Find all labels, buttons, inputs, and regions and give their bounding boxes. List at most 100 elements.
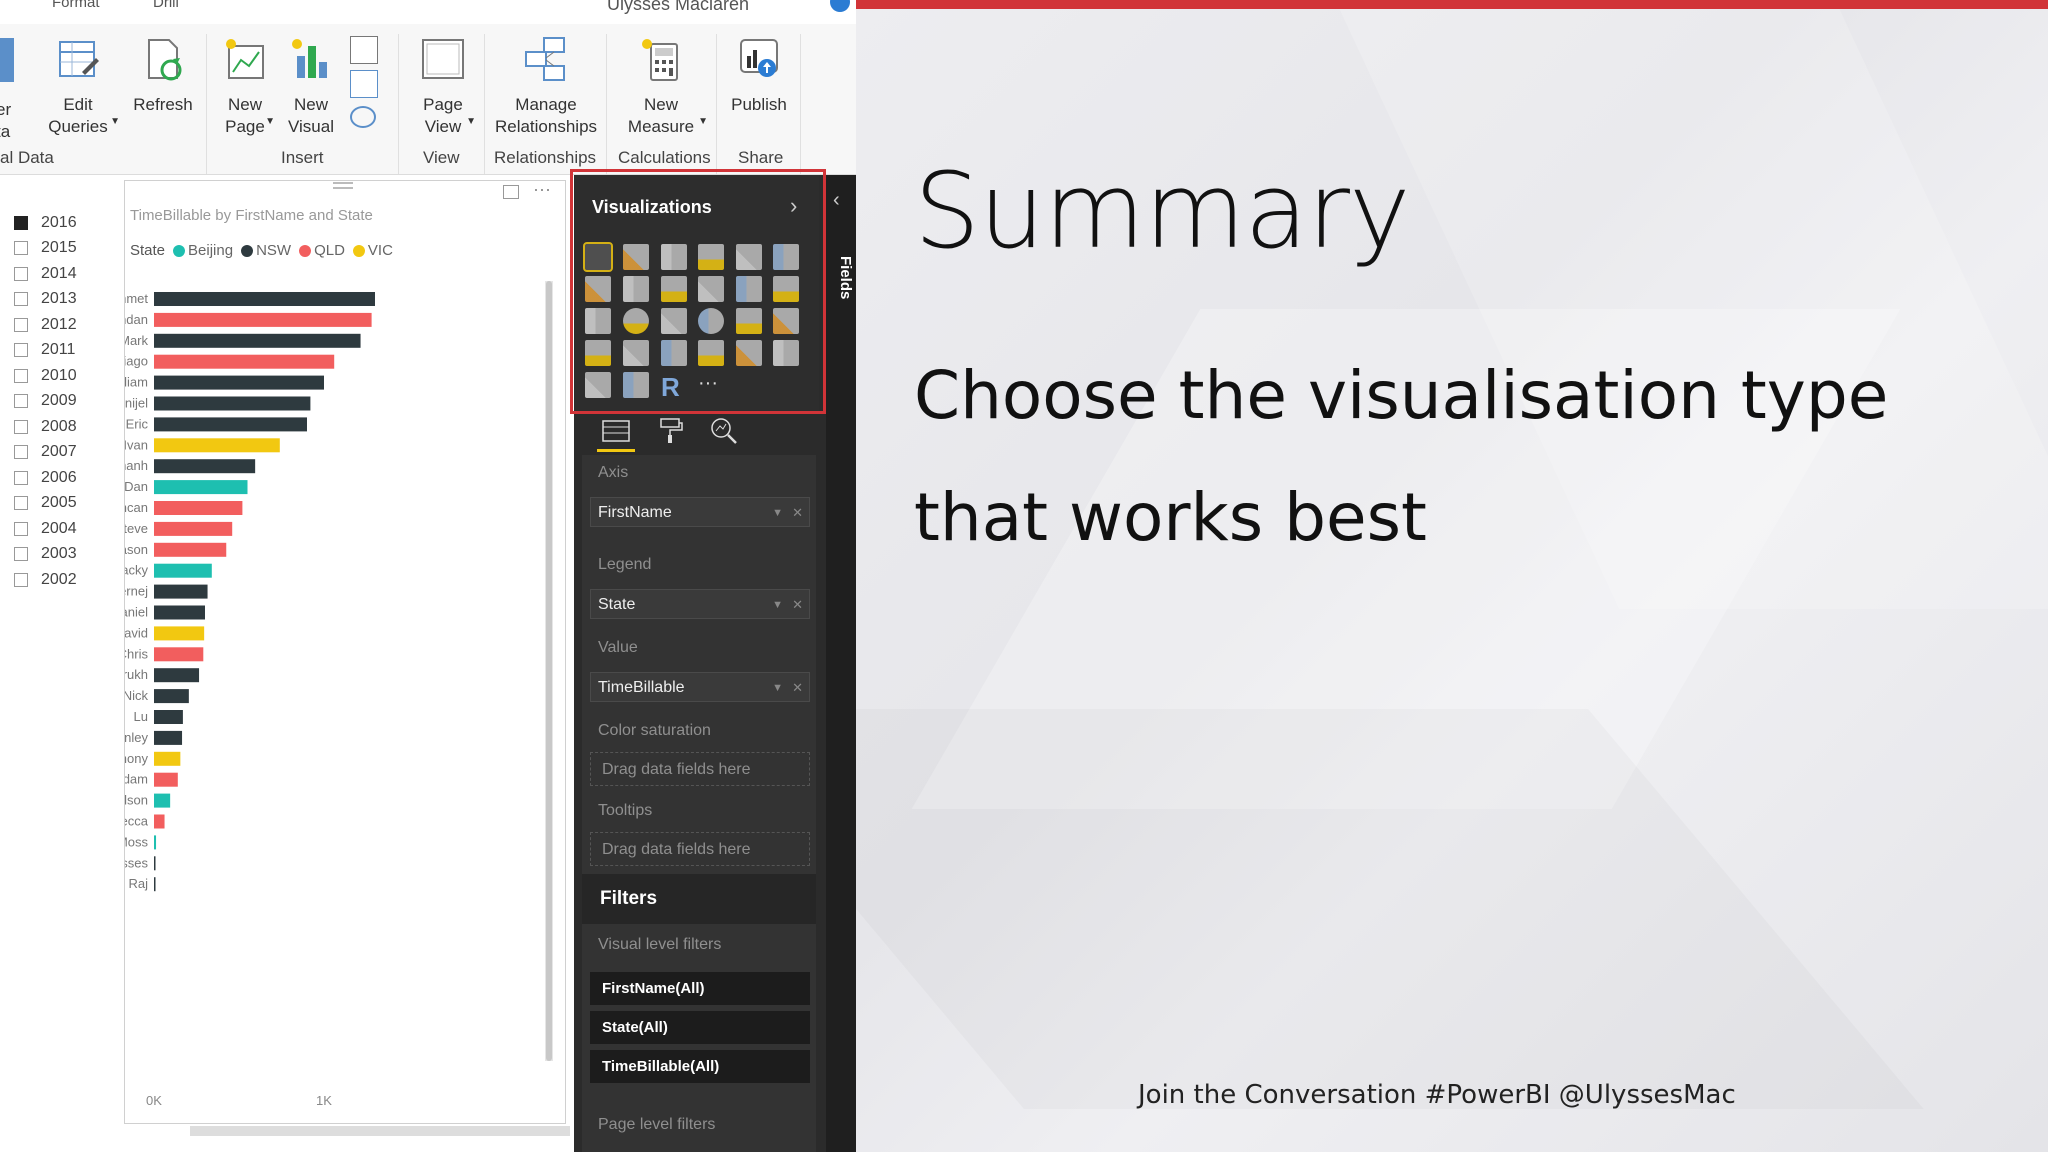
text-box-icon[interactable]: [350, 36, 378, 64]
bar[interactable]: [154, 730, 183, 745]
page-view-button[interactable]: Page View ▼: [408, 36, 478, 138]
tab-format[interactable]: Format: [52, 0, 100, 11]
checkbox[interactable]: [14, 292, 28, 307]
value-field-value: TimeBillable: [598, 679, 685, 696]
bar[interactable]: [154, 375, 324, 390]
new-measure-button[interactable]: New Measure ▼: [614, 36, 708, 138]
bar[interactable]: [154, 396, 311, 411]
checkbox[interactable]: [14, 343, 28, 358]
chart-scrollbar-thumb[interactable]: [546, 281, 552, 1061]
checkbox[interactable]: [14, 394, 28, 409]
edit-queries-button[interactable]: Edit Queries ▼: [38, 36, 120, 138]
slide-body-line-1: Choose the visualisation type: [914, 357, 1889, 434]
color-saturation-drop-zone[interactable]: Drag data fields here: [590, 752, 810, 786]
new-page-button[interactable]: New Page ▼: [215, 36, 275, 138]
shapes-icon[interactable]: [350, 106, 376, 128]
slicer-item[interactable]: 2013: [0, 287, 110, 313]
checkbox[interactable]: [14, 496, 28, 511]
tooltips-drop-zone[interactable]: Drag data fields here: [590, 832, 810, 866]
bar-chart-visual[interactable]: ··· TimeBillable by FirstName and State …: [124, 179, 566, 1124]
slicer-item[interactable]: 2005: [0, 491, 110, 517]
bar[interactable]: [154, 877, 156, 892]
bar[interactable]: [154, 793, 171, 808]
chart-scrollbar[interactable]: [545, 281, 553, 1061]
slicer-item[interactable]: 2015: [0, 236, 110, 262]
bar[interactable]: [154, 856, 156, 871]
get-data-button[interactable]: er ta: [0, 99, 11, 143]
slicer-item[interactable]: 2016: [0, 210, 110, 236]
filter-state[interactable]: State(All): [590, 1011, 810, 1044]
slicer-item[interactable]: 2003: [0, 542, 110, 568]
bar[interactable]: [154, 563, 212, 578]
fields-label[interactable]: Fields: [828, 256, 854, 299]
chevron-down-icon[interactable]: ▼: [772, 590, 783, 620]
checkbox[interactable]: [14, 547, 28, 562]
bar[interactable]: [154, 626, 205, 641]
bar[interactable]: [154, 480, 248, 495]
checkbox[interactable]: [14, 470, 28, 485]
filter-timebillable[interactable]: TimeBillable(All): [590, 1050, 810, 1083]
remove-field-icon[interactable]: ✕: [792, 590, 803, 620]
slicer-item[interactable]: 2011: [0, 338, 110, 364]
canvas-horizontal-scrollbar[interactable]: [190, 1126, 570, 1136]
checkbox[interactable]: [14, 572, 28, 587]
bar[interactable]: [154, 668, 200, 683]
filter-firstname[interactable]: FirstName(All): [590, 972, 810, 1005]
bar[interactable]: [154, 333, 361, 348]
image-icon[interactable]: [350, 70, 378, 98]
bar[interactable]: [154, 814, 165, 829]
checkbox[interactable]: [14, 419, 28, 434]
format-paint-roller-icon[interactable]: [655, 415, 685, 445]
checkbox[interactable]: [14, 317, 28, 332]
bar[interactable]: [154, 312, 372, 327]
chevron-down-icon[interactable]: ▼: [772, 673, 783, 703]
checkbox[interactable]: [14, 266, 28, 281]
slicer-item[interactable]: 2002: [0, 567, 110, 593]
bar[interactable]: [154, 689, 189, 704]
slicer-item[interactable]: 2012: [0, 312, 110, 338]
expand-chevron-icon[interactable]: ‹: [833, 189, 840, 212]
bar[interactable]: [154, 438, 280, 453]
checkbox[interactable]: [14, 368, 28, 383]
manage-relationships-button[interactable]: Manage Relationships: [490, 36, 602, 138]
bar[interactable]: [154, 417, 307, 432]
fields-tab-icon[interactable]: [601, 417, 631, 445]
bar[interactable]: [154, 521, 233, 536]
bar[interactable]: [154, 354, 335, 369]
bar[interactable]: [154, 835, 157, 850]
remove-field-icon[interactable]: ✕: [792, 673, 803, 703]
bar[interactable]: [154, 542, 227, 557]
bar[interactable]: [154, 710, 183, 724]
bar[interactable]: [154, 605, 205, 620]
bar[interactable]: [154, 459, 256, 474]
remove-field-icon[interactable]: ✕: [792, 498, 803, 528]
slicer-item[interactable]: 2008: [0, 414, 110, 440]
bar[interactable]: [154, 292, 375, 306]
slicer-item[interactable]: 2010: [0, 363, 110, 389]
slicer-item[interactable]: 2004: [0, 516, 110, 542]
bar[interactable]: [154, 772, 178, 787]
value-field-well[interactable]: TimeBillable ▼ ✕: [590, 672, 810, 702]
checkbox[interactable]: [14, 521, 28, 536]
slicer-item[interactable]: 2006: [0, 465, 110, 491]
bar[interactable]: [154, 501, 243, 515]
fields-pane-collapsed[interactable]: ‹: [826, 175, 856, 1152]
help-icon[interactable]: [830, 0, 850, 12]
analytics-magnifier-icon[interactable]: [708, 415, 740, 445]
checkbox[interactable]: [14, 215, 28, 230]
legend-field-well[interactable]: State ▼ ✕: [590, 589, 810, 619]
refresh-button[interactable]: Refresh: [128, 36, 198, 116]
bar[interactable]: [154, 584, 208, 599]
publish-button[interactable]: Publish: [724, 36, 794, 116]
slicer-item[interactable]: 2007: [0, 440, 110, 466]
checkbox[interactable]: [14, 445, 28, 460]
checkbox[interactable]: [14, 241, 28, 256]
slicer-item[interactable]: 2009: [0, 389, 110, 415]
new-visual-button[interactable]: New Visual: [281, 36, 341, 138]
axis-field-well[interactable]: FirstName ▼ ✕: [590, 497, 810, 527]
slicer-item[interactable]: 2014: [0, 261, 110, 287]
chevron-down-icon[interactable]: ▼: [772, 498, 783, 528]
bar[interactable]: [154, 647, 204, 662]
bar[interactable]: [154, 751, 181, 766]
tab-drill[interactable]: Drill: [153, 0, 179, 11]
